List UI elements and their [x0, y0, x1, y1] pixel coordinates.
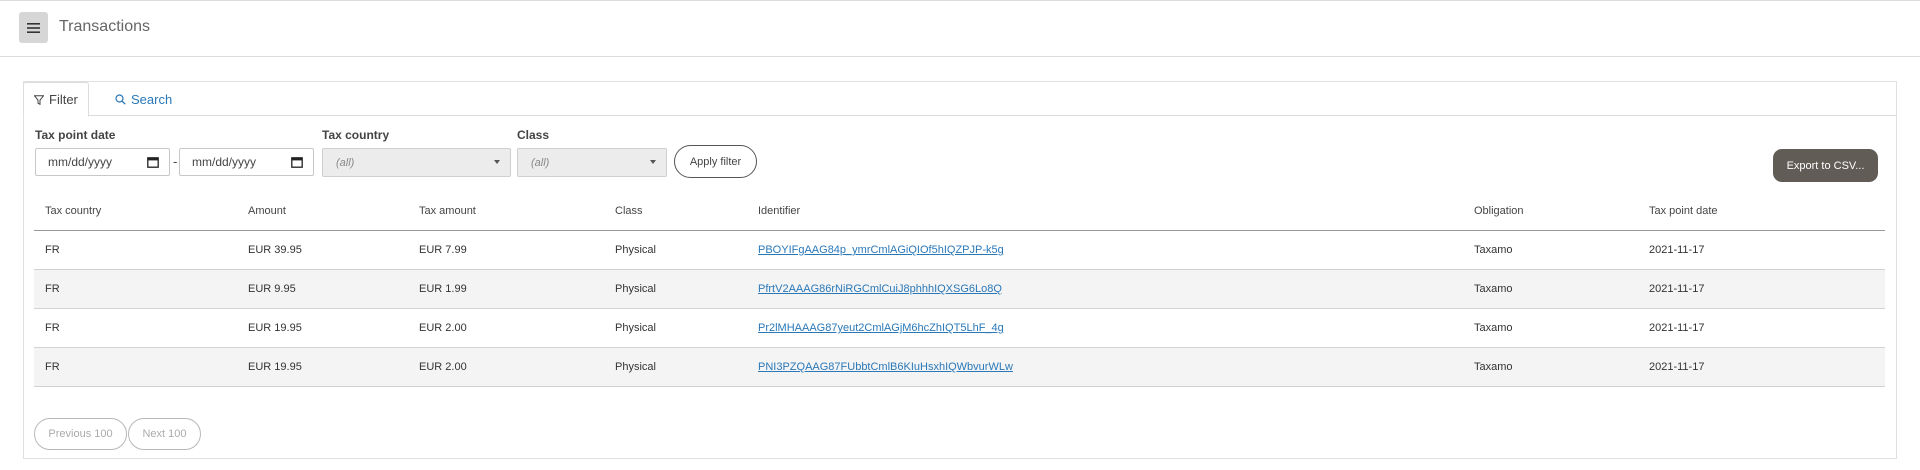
page-title: Transactions	[59, 18, 150, 35]
cell-tax-point-date: 2021-11-17	[1638, 308, 1885, 348]
tab-search-label: Search	[131, 91, 173, 107]
tax-country-select[interactable]: (all)	[322, 148, 511, 177]
table-row: FR EUR 19.95 EUR 2.00 Physical Pr2lMHAAA…	[34, 308, 1885, 348]
tax-point-date-to-input[interactable]: mm/dd/yyyy	[179, 148, 314, 176]
identifier-link[interactable]: Pr2lMHAAAG87yeut2CmlAGjM6hcZhIQT5LhF_4g	[758, 322, 1004, 334]
menu-button[interactable]	[19, 12, 48, 43]
cell-amount: EUR 19.95	[237, 347, 408, 387]
cell-tax-country: FR	[34, 308, 237, 348]
column-header-identifier[interactable]: Identifier	[747, 192, 1463, 231]
table-row: FR EUR 39.95 EUR 7.99 Physical PBOYIFgAA…	[34, 230, 1885, 270]
cell-tax-country: FR	[34, 347, 237, 387]
class-select[interactable]: (all)	[517, 148, 667, 177]
previous-page-button[interactable]: Previous 100	[34, 418, 127, 450]
table-header-row: Tax country Amount Tax amount Class Iden…	[34, 192, 1885, 231]
top-bar: Transactions	[0, 0, 1920, 57]
cell-class: Physical	[604, 269, 747, 309]
date-from-placeholder: mm/dd/yyyy	[48, 155, 113, 169]
tax-point-date-from-input[interactable]: mm/dd/yyyy	[35, 148, 170, 176]
cell-tax-country: FR	[34, 269, 237, 309]
cell-identifier: Pr2lMHAAAG87yeut2CmlAGjM6hcZhIQT5LhF_4g	[747, 308, 1463, 348]
transactions-table: Tax country Amount Tax amount Class Iden…	[34, 192, 1885, 387]
table-row: FR EUR 9.95 EUR 1.99 Physical PfrtV2AAAG…	[34, 269, 1885, 309]
chevron-down-icon	[650, 160, 656, 164]
tab-search[interactable]: Search	[105, 82, 182, 116]
identifier-link[interactable]: PBOYIFgAAG84p_ymrCmlAGiQIOf5hIQZPJP-k5g	[758, 244, 1004, 256]
column-header-obligation[interactable]: Obligation	[1463, 192, 1638, 231]
tax-country-label: Tax country	[322, 128, 390, 142]
chevron-down-icon	[494, 160, 500, 164]
calendar-icon	[147, 157, 159, 168]
column-header-class[interactable]: Class	[604, 192, 747, 231]
tax-country-value: (all)	[336, 156, 355, 169]
filter-icon	[34, 94, 44, 105]
cell-class: Physical	[604, 308, 747, 348]
tab-bar: Filter Search	[23, 82, 1896, 117]
cell-tax-point-date: 2021-11-17	[1638, 269, 1885, 309]
class-value: (all)	[531, 156, 550, 169]
calendar-icon	[291, 157, 303, 168]
hamburger-menu-icon	[27, 22, 40, 33]
search-icon	[115, 93, 126, 105]
tab-filter-label: Filter	[49, 92, 78, 107]
column-header-tax-point-date[interactable]: Tax point date	[1638, 192, 1885, 231]
cell-obligation: Taxamo	[1463, 269, 1638, 309]
cell-amount: EUR 39.95	[237, 230, 408, 270]
column-header-amount[interactable]: Amount	[237, 192, 408, 231]
cell-identifier: PfrtV2AAAG86rNiRGCmlCuiJ8phhhIQXSG6Lo8Q	[747, 269, 1463, 309]
cell-tax-amount: EUR 7.99	[408, 230, 604, 270]
column-header-tax-amount[interactable]: Tax amount	[408, 192, 604, 231]
transactions-panel: Filter Search Tax point date mm/dd/yyyy …	[23, 81, 1897, 459]
cell-obligation: Taxamo	[1463, 347, 1638, 387]
cell-tax-country: FR	[34, 230, 237, 270]
cell-tax-amount: EUR 2.00	[408, 308, 604, 348]
date-range-separator: -	[173, 154, 178, 169]
apply-filter-button[interactable]: Apply filter	[674, 145, 757, 178]
cell-identifier: PNI3PZQAAG87FUbbtCmlB6KIuHsxhIQWbvurWLw	[747, 347, 1463, 387]
identifier-link[interactable]: PNI3PZQAAG87FUbbtCmlB6KIuHsxhIQWbvurWLw	[758, 361, 1013, 373]
cell-obligation: Taxamo	[1463, 230, 1638, 270]
table-row: FR EUR 19.95 EUR 2.00 Physical PNI3PZQAA…	[34, 347, 1885, 387]
cell-tax-amount: EUR 2.00	[408, 347, 604, 387]
next-page-button[interactable]: Next 100	[128, 418, 201, 450]
cell-class: Physical	[604, 230, 747, 270]
tab-filter[interactable]: Filter	[23, 82, 89, 117]
cell-tax-point-date: 2021-11-17	[1638, 347, 1885, 387]
date-to-placeholder: mm/dd/yyyy	[192, 155, 257, 169]
identifier-link[interactable]: PfrtV2AAAG86rNiRGCmlCuiJ8phhhIQXSG6Lo8Q	[758, 283, 1002, 295]
cell-tax-point-date: 2021-11-17	[1638, 230, 1885, 270]
cell-class: Physical	[604, 347, 747, 387]
cell-obligation: Taxamo	[1463, 308, 1638, 348]
class-label: Class	[517, 128, 550, 142]
column-header-tax-country[interactable]: Tax country	[34, 192, 237, 231]
tax-point-date-label: Tax point date	[35, 128, 116, 142]
cell-amount: EUR 9.95	[237, 269, 408, 309]
cell-amount: EUR 19.95	[237, 308, 408, 348]
export-csv-button[interactable]: Export to CSV...	[1773, 149, 1878, 182]
cell-identifier: PBOYIFgAAG84p_ymrCmlAGiQIOf5hIQZPJP-k5g	[747, 230, 1463, 270]
cell-tax-amount: EUR 1.99	[408, 269, 604, 309]
